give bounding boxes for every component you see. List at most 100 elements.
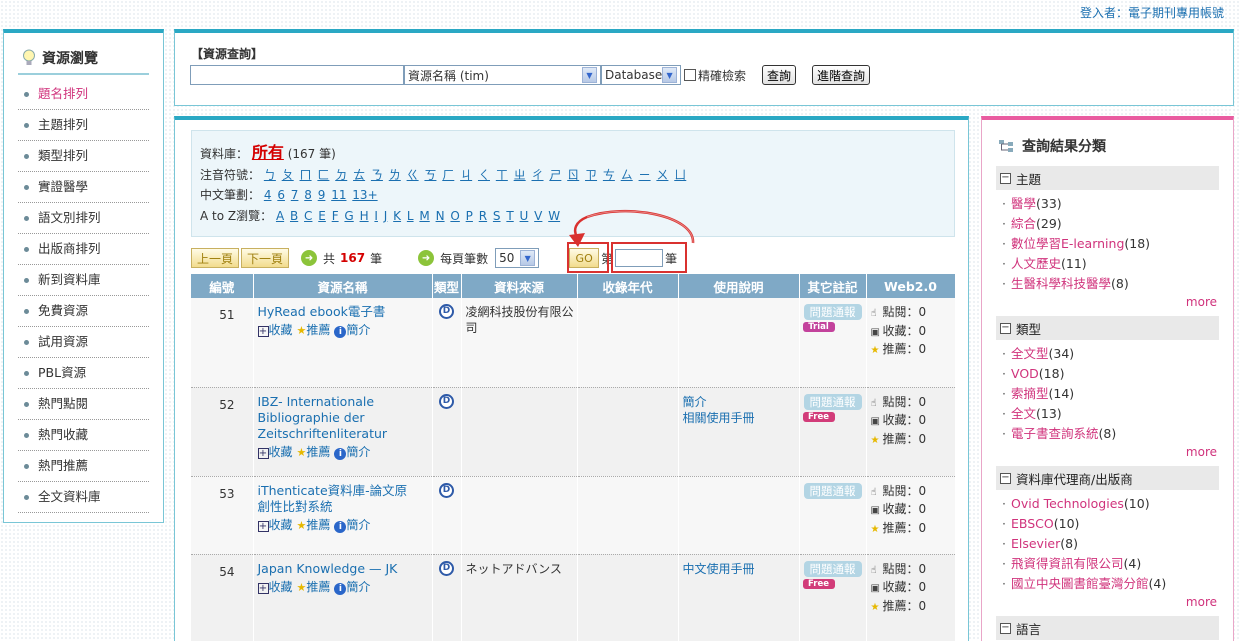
facet-category-header[interactable]: − 類型 [996, 316, 1219, 340]
search-input[interactable] [190, 65, 404, 85]
collect-link[interactable]: +收藏 [257, 443, 293, 460]
zhuyin-link[interactable]: ㄆ [282, 168, 294, 182]
zhuyin-link[interactable]: ㄧ [639, 168, 651, 182]
facet-category-header[interactable]: − 主題 [996, 166, 1219, 190]
field-select[interactable]: 資源名稱 (tim) ▼ [404, 65, 601, 85]
recommend-link[interactable]: ★推薦 [297, 443, 331, 460]
report-problem-button[interactable]: 問題通報 [803, 482, 862, 499]
usage-link[interactable]: 簡介 [679, 394, 799, 410]
sidebar-item[interactable]: 新到資料庫 [18, 265, 149, 296]
az-link[interactable]: F [332, 209, 339, 223]
more-link[interactable]: more [996, 444, 1219, 460]
resource-title-link[interactable]: Zeitschriftenliteratur [254, 426, 432, 442]
sidebar-item[interactable]: 試用資源 [18, 327, 149, 358]
zhuyin-link[interactable]: ㄖ [567, 168, 579, 182]
sidebar-item[interactable]: PBL資源 [18, 358, 149, 389]
az-link[interactable]: I [374, 209, 378, 223]
az-link[interactable]: O [450, 209, 459, 223]
az-link[interactable]: N [436, 209, 445, 223]
more-link[interactable]: more [996, 294, 1219, 310]
per-page-select[interactable]: 50 ▼ [495, 248, 540, 268]
intro-link[interactable]: i 簡介 [334, 443, 370, 460]
zhuyin-link[interactable]: ㄗ [585, 168, 597, 182]
search-button[interactable]: 查詢 [762, 65, 797, 85]
resource-title-link[interactable]: Bibliographie der [254, 410, 432, 426]
usage-link[interactable]: 相關使用手冊 [679, 410, 799, 426]
facet-item-link[interactable]: 全文型 [1011, 346, 1049, 361]
collapse-icon[interactable]: − [1000, 472, 1011, 484]
zhuyin-link[interactable]: ㄊ [353, 168, 365, 182]
report-problem-button[interactable]: 問題通報 [803, 304, 862, 320]
report-problem-button[interactable]: 問題通報 [803, 560, 862, 577]
facet-item-link[interactable]: 全文 [1011, 406, 1036, 421]
sidebar-item[interactable]: 主題排列 [18, 110, 149, 141]
recommend-link[interactable]: ★推薦 [297, 321, 331, 338]
zhuyin-link[interactable]: ㄈ [317, 168, 329, 182]
facet-item[interactable]: EBSCO(10) [1002, 514, 1219, 534]
collect-link[interactable]: +收藏 [257, 516, 293, 533]
facet-item[interactable]: 飛資得資訊有限公司(4) [1002, 554, 1219, 574]
facet-item-link[interactable]: 國立中央圖書館臺灣分館 [1011, 576, 1149, 591]
az-link[interactable]: E [318, 209, 326, 223]
zhuyin-link[interactable]: ㄔ [532, 168, 544, 182]
zhuyin-link[interactable]: ㄏ [442, 168, 454, 182]
intro-link[interactable]: i 簡介 [334, 578, 370, 595]
facet-category-header[interactable]: − 語言 [996, 616, 1219, 640]
az-link[interactable]: T [506, 209, 513, 223]
sidebar-item[interactable]: 熱門推薦 [18, 451, 149, 482]
zhuyin-link[interactable]: ㄋ [371, 168, 383, 182]
prev-page-button[interactable]: 上一頁 [191, 248, 240, 268]
zhuyin-link[interactable]: ㄙ [621, 168, 633, 182]
usage-link[interactable]: 中文使用手冊 [679, 561, 799, 577]
advanced-search-button[interactable]: 進階查詢 [812, 65, 871, 85]
stroke-link[interactable]: 6 [277, 188, 285, 202]
sidebar-item[interactable]: 出版商排列 [18, 234, 149, 265]
zhuyin-link[interactable]: ㄓ [514, 168, 526, 182]
stroke-link[interactable]: 13+ [352, 188, 377, 202]
facet-item-link[interactable]: Elsevier [1011, 536, 1060, 551]
az-link[interactable]: V [534, 209, 542, 223]
zhuyin-link[interactable]: ㄑ [478, 168, 490, 182]
collapse-icon[interactable]: − [1000, 172, 1011, 184]
facet-item-link[interactable]: 生醫科學科技醫學 [1011, 276, 1111, 291]
facet-item-link[interactable]: EBSCO [1011, 516, 1054, 531]
stroke-link[interactable]: 4 [264, 188, 272, 202]
facet-item[interactable]: 綜合(29) [1002, 214, 1219, 234]
zhuyin-link[interactable]: ㄘ [603, 168, 615, 182]
az-link[interactable]: K [393, 209, 401, 223]
facet-item[interactable]: 全文(13) [1002, 404, 1219, 424]
facet-item-link[interactable]: 飛資得資訊有限公司 [1011, 556, 1124, 571]
az-link[interactable]: L [407, 209, 414, 223]
sidebar-item[interactable]: 類型排列 [18, 141, 149, 172]
collect-link[interactable]: +收藏 [257, 321, 293, 338]
az-link[interactable]: G [344, 209, 353, 223]
stroke-link[interactable]: 7 [291, 188, 299, 202]
stroke-link[interactable]: 9 [318, 188, 326, 202]
az-link[interactable]: C [304, 209, 312, 223]
facet-item[interactable]: Elsevier(8) [1002, 534, 1219, 554]
facet-item-link[interactable]: Ovid Technologies [1011, 496, 1124, 511]
intro-link[interactable]: i 簡介 [334, 321, 370, 338]
az-link[interactable]: H [360, 209, 369, 223]
zhuyin-link[interactable]: ㄇ [300, 168, 312, 182]
az-link[interactable]: R [479, 209, 487, 223]
facet-item[interactable]: VOD(18) [1002, 364, 1219, 384]
facet-item[interactable]: 全文型(34) [1002, 344, 1219, 364]
collect-link[interactable]: +收藏 [257, 578, 293, 595]
collapse-icon[interactable]: − [1000, 622, 1011, 634]
zhuyin-link[interactable]: ㄌ [389, 168, 401, 182]
az-link[interactable]: B [290, 209, 298, 223]
facet-item-link[interactable]: 索摘型 [1011, 386, 1049, 401]
az-link[interactable]: W [548, 209, 560, 223]
facet-item[interactable]: 索摘型(14) [1002, 384, 1219, 404]
exact-search-checkbox[interactable] [684, 69, 696, 81]
az-link[interactable]: U [520, 209, 529, 223]
az-link[interactable]: S [493, 209, 501, 223]
stroke-link[interactable]: 8 [304, 188, 312, 202]
facet-item-link[interactable]: 綜合 [1011, 216, 1036, 231]
zhuyin-link[interactable]: ㄅ [264, 168, 276, 182]
facet-item[interactable]: 電子書查詢系統(8) [1002, 424, 1219, 444]
db-all-link[interactable]: 所有 [252, 143, 284, 162]
sidebar-item[interactable]: 全文資料庫 [18, 482, 149, 513]
az-link[interactable]: J [384, 209, 388, 223]
